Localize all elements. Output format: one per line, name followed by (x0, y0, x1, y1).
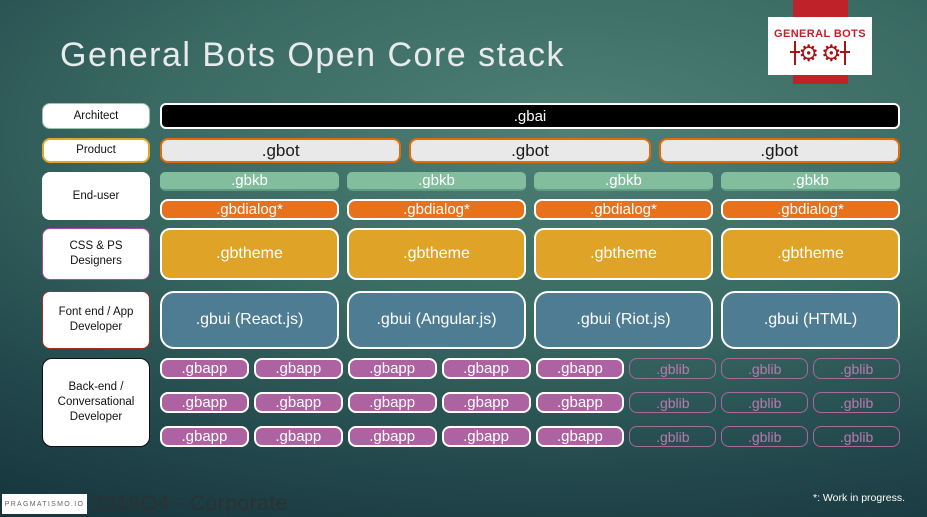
box-gbapp: .gbapp (253, 358, 343, 379)
row-product-content: .gbot .gbot .gbot (160, 138, 900, 163)
page-title: General Bots Open Core stack (60, 36, 566, 74)
block-end-user-content: .gbkb .gbkb .gbkb .gbkb .gbdialog* .gbdi… (160, 172, 900, 220)
box-gbapp: .gbapp (347, 358, 437, 379)
box-gbkb: .gbkb (721, 172, 900, 191)
box-gbdialog: .gbdialog* (160, 199, 339, 220)
box-gblib: .gblib (629, 392, 717, 413)
label-end-user: End-user (42, 172, 150, 220)
box-gbui-riot: .gbui (Riot.js) (534, 291, 713, 349)
row-gbtheme: CSS & PS Designers .gbtheme .gbtheme .gb… (42, 228, 900, 280)
label-frontend: Font end / App Developer (42, 291, 150, 349)
box-gbui-react: .gbui (React.js) (160, 291, 339, 349)
gear-icon: ⚙ (798, 39, 819, 66)
box-gbapp: .gbapp (441, 426, 531, 447)
block-backend: Back-end / Conversational Developer .gba… (42, 358, 900, 447)
label-backend-line3: Developer (69, 410, 123, 423)
box-gblib: .gblib (721, 426, 809, 447)
box-gbdialog: .gbdialog* (534, 199, 713, 220)
box-gbtheme: .gbtheme (534, 228, 713, 280)
box-gblib: .gblib (721, 358, 809, 379)
box-gbapp: .gbapp (347, 426, 437, 447)
box-gblib: .gblib (629, 426, 717, 447)
stack-diagram: Architect .gbai Product .gbot .gbot .gbo… (42, 103, 900, 447)
box-gbkb: .gbkb (160, 172, 339, 191)
box-gblib: .gblib (813, 392, 900, 413)
box-gbapp: .gbapp (253, 426, 343, 447)
row-gbui-content: .gbui (React.js) .gbui (Angular.js) .gbu… (160, 291, 900, 349)
box-gbtheme: .gbtheme (160, 228, 339, 280)
label-designers-line2: Designers (70, 255, 122, 267)
work-in-progress-note: *: Work in progress. (812, 492, 905, 504)
general-bots-logo: GENERAL BOTS ⚙ ⚙ (768, 17, 872, 75)
row-architect: Architect .gbai (42, 103, 900, 129)
box-gbapp: .gbapp (535, 358, 625, 379)
row-gbtheme-content: .gbtheme .gbtheme .gbtheme .gbtheme (160, 228, 900, 280)
box-gbot: .gbot (658, 138, 900, 163)
box-gblib: .gblib (629, 358, 717, 379)
gear-bar-left-icon (790, 40, 801, 65)
row-backend-2: .gbapp .gbapp .gbapp .gbapp .gbapp .gbli… (160, 392, 900, 413)
box-gbdialog: .gbdialog* (347, 199, 526, 220)
label-frontend-line2: Developer (69, 321, 123, 333)
row-product: Product .gbot .gbot .gbot (42, 138, 900, 163)
box-gbot: .gbot (409, 138, 651, 163)
box-gbkb: .gbkb (534, 172, 713, 191)
box-gbapp: .gbapp (160, 392, 249, 413)
block-end-user: End-user .gbkb .gbkb .gbkb .gbkb .gbdial… (42, 172, 900, 220)
box-gbot: .gbot (160, 138, 402, 163)
block-backend-content: .gbapp .gbapp .gbapp .gbapp .gbapp .gbli… (160, 358, 900, 447)
box-gbapp: .gbapp (441, 358, 531, 379)
label-frontend-line1: Font end / App (58, 306, 134, 319)
row-gbkb: .gbkb .gbkb .gbkb .gbkb (160, 172, 900, 191)
label-backend-line1: Back-end / (68, 381, 124, 394)
box-gbui-html: .gbui (HTML) (721, 291, 900, 349)
box-gbapp: .gbapp (253, 392, 343, 413)
row-gbui: Font end / App Developer .gbui (React.js… (42, 291, 900, 349)
box-gbapp: .gbapp (535, 392, 625, 413)
label-product: Product (42, 138, 150, 163)
box-gbtheme: .gbtheme (347, 228, 526, 280)
box-gbai: .gbai (160, 103, 900, 129)
label-designers: CSS & PS Designers (42, 228, 150, 280)
gear-icon: ⚙ (821, 39, 842, 66)
row-backend-3: .gbapp .gbapp .gbapp .gbapp .gbapp .gbli… (160, 426, 900, 447)
box-gbapp: .gbapp (347, 392, 437, 413)
row-gbdialog: .gbdialog* .gbdialog* .gbdialog* .gbdial… (160, 199, 900, 220)
label-backend-line2: Conversational (57, 396, 135, 409)
box-gbkb: .gbkb (347, 172, 526, 191)
logo-brand-text: GENERAL BOTS (774, 27, 866, 40)
box-gbapp: .gbapp (160, 426, 249, 447)
box-gbdialog: .gbdialog* (721, 199, 900, 220)
box-gblib: .gblib (813, 358, 900, 379)
pragmatismo-badge: PRAGMATISMO.IO (2, 494, 87, 514)
label-architect: Architect (42, 103, 150, 129)
box-gbapp: .gbapp (535, 426, 625, 447)
label-designers-line1: CSS & PS (69, 240, 123, 253)
box-gbapp: .gbapp (441, 392, 531, 413)
box-gbui-angular: .gbui (Angular.js) (347, 291, 526, 349)
footer-caption: 2018Q4 - Corporate (92, 492, 288, 515)
box-gbtheme: .gbtheme (721, 228, 900, 280)
gears-icon: ⚙ ⚙ (790, 39, 850, 66)
row-architect-content: .gbai (160, 103, 900, 129)
row-backend-1: .gbapp .gbapp .gbapp .gbapp .gbapp .gbli… (160, 358, 900, 379)
gear-bar-right-icon (839, 40, 850, 65)
slide: General Bots Open Core stack GENERAL BOT… (0, 0, 927, 517)
box-gblib: .gblib (813, 426, 900, 447)
box-gbapp: .gbapp (160, 358, 249, 379)
box-gblib: .gblib (721, 392, 809, 413)
label-backend: Back-end / Conversational Developer (42, 358, 150, 447)
